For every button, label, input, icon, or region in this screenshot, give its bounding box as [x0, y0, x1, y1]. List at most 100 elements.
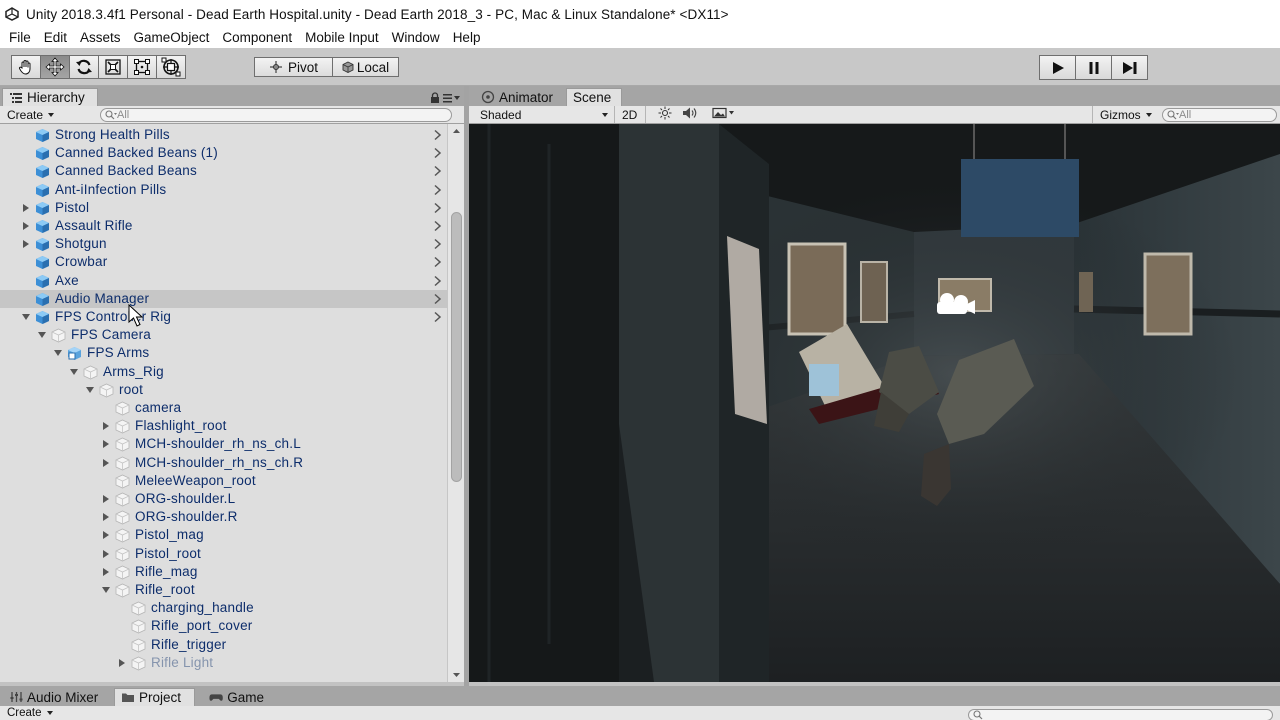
expand-arrow-right-icon[interactable] — [101, 549, 111, 559]
expand-arrow-right-icon[interactable] — [101, 439, 111, 449]
open-prefab-chevron-icon[interactable] — [433, 311, 442, 326]
hierarchy-search-input[interactable]: All — [100, 107, 453, 122]
hierarchy-row[interactable]: Canned Backed Beans — [0, 162, 447, 180]
open-prefab-chevron-icon[interactable] — [433, 184, 442, 199]
hierarchy-row[interactable]: Strong Health Pills — [0, 126, 447, 144]
hierarchy-row[interactable]: Shotgun — [0, 235, 447, 253]
expand-arrow-right-icon[interactable] — [101, 530, 111, 540]
tab-game[interactable]: Game — [203, 688, 271, 706]
expand-arrow-down-icon[interactable] — [37, 330, 47, 340]
effects-toggle-icon[interactable] — [712, 107, 735, 122]
open-prefab-chevron-icon[interactable] — [433, 238, 442, 253]
hierarchy-tree[interactable]: Strong Health Pills Canned Backed Beans (… — [0, 124, 447, 682]
expand-arrow-down-icon[interactable] — [53, 348, 63, 358]
scene-viewport[interactable] — [469, 124, 1280, 682]
hierarchy-row[interactable]: Crowbar — [0, 253, 447, 271]
hierarchy-row[interactable]: MeleeWeapon_root — [0, 472, 447, 490]
hierarchy-scrollbar[interactable] — [447, 124, 464, 682]
menu-gameobject[interactable]: GameObject — [127, 28, 216, 48]
open-prefab-chevron-icon[interactable] — [433, 202, 442, 217]
move-tool-button[interactable] — [40, 55, 70, 79]
menu-edit[interactable]: Edit — [37, 28, 73, 48]
menu-assets[interactable]: Assets — [73, 28, 127, 48]
hierarchy-row[interactable]: FPS Camera — [0, 326, 447, 344]
pause-button[interactable] — [1075, 55, 1112, 80]
hierarchy-row[interactable]: Canned Backed Beans (1) — [0, 144, 447, 162]
shading-mode-dropdown[interactable]: Shaded — [473, 106, 615, 123]
project-search-input[interactable] — [968, 709, 1273, 720]
expand-arrow-right-icon[interactable] — [117, 658, 127, 668]
expand-arrow-down-icon[interactable] — [21, 312, 31, 322]
expand-arrow-right-icon[interactable] — [101, 567, 111, 577]
tab-project[interactable]: Project — [114, 688, 195, 706]
open-prefab-chevron-icon[interactable] — [433, 275, 442, 290]
expand-arrow-right-icon[interactable] — [21, 203, 31, 213]
play-button[interactable] — [1039, 55, 1076, 80]
hierarchy-row[interactable]: Pistol — [0, 199, 447, 217]
expand-arrow-right-icon[interactable] — [101, 494, 111, 504]
hierarchy-row[interactable]: root — [0, 381, 447, 399]
hierarchy-row[interactable]: FPS Arms — [0, 344, 447, 362]
expand-arrow-right-icon[interactable] — [21, 239, 31, 249]
open-prefab-chevron-icon[interactable] — [433, 147, 442, 162]
lighting-toggle-icon[interactable] — [658, 106, 672, 123]
scale-tool-button[interactable] — [98, 55, 128, 79]
hierarchy-row[interactable]: Rifle_mag — [0, 563, 447, 581]
open-prefab-chevron-icon[interactable] — [433, 165, 442, 180]
scroll-up-arrow-icon[interactable] — [448, 126, 465, 136]
tab-animator[interactable]: Animator — [475, 88, 563, 106]
hierarchy-row[interactable]: Arms_Rig — [0, 363, 447, 381]
hierarchy-row[interactable]: charging_handle — [0, 599, 447, 617]
menu-mobile-input[interactable]: Mobile Input — [298, 28, 385, 48]
open-prefab-chevron-icon[interactable] — [433, 129, 442, 144]
hierarchy-row[interactable]: ORG-shoulder.R — [0, 508, 447, 526]
hierarchy-row[interactable]: Axe — [0, 272, 447, 290]
gizmos-dropdown[interactable]: Gizmos — [1092, 106, 1158, 123]
hierarchy-row[interactable]: Ant-iInfection Pills — [0, 181, 447, 199]
expand-arrow-right-icon[interactable] — [101, 458, 111, 468]
hierarchy-row[interactable]: camera — [0, 399, 447, 417]
tab-audio-mixer[interactable]: Audio Mixer — [4, 688, 108, 706]
hierarchy-row[interactable]: Flashlight_root — [0, 417, 447, 435]
expand-arrow-right-icon[interactable] — [21, 221, 31, 231]
menu-help[interactable]: Help — [446, 28, 487, 48]
create-dropdown[interactable]: Create — [0, 106, 60, 123]
hierarchy-row[interactable]: Assault Rifle — [0, 217, 447, 235]
hierarchy-row[interactable]: Rifle_port_cover — [0, 617, 447, 635]
expand-arrow-right-icon[interactable] — [101, 421, 111, 431]
hierarchy-row[interactable]: Rifle_trigger — [0, 636, 447, 654]
hierarchy-row[interactable]: ORG-shoulder.L — [0, 490, 447, 508]
hierarchy-row[interactable]: MCH-shoulder_rh_ns_ch.R — [0, 454, 447, 472]
hand-tool-button[interactable] — [11, 55, 41, 79]
tab-scene[interactable]: Scene — [566, 88, 622, 106]
step-button[interactable] — [1111, 55, 1148, 80]
menu-window[interactable]: Window — [385, 28, 446, 48]
scrollbar-thumb[interactable] — [451, 212, 462, 482]
scene-search-input[interactable]: All — [1162, 107, 1277, 122]
rotate-tool-button[interactable] — [69, 55, 99, 79]
hierarchy-row[interactable]: Audio Manager — [0, 289, 447, 308]
lock-icon[interactable] — [430, 91, 440, 106]
hierarchy-row[interactable]: Pistol_root — [0, 545, 447, 563]
menu-component[interactable]: Component — [215, 28, 298, 48]
rect-tool-button[interactable] — [127, 55, 157, 79]
hierarchy-row[interactable]: FPS Controller Rig — [0, 308, 447, 326]
transform-tool-button[interactable] — [156, 55, 186, 79]
tab-hierarchy[interactable]: Hierarchy — [2, 88, 98, 106]
hierarchy-row[interactable]: MCH-shoulder_rh_ns_ch.L — [0, 435, 447, 453]
pivot-toggle[interactable]: Pivot — [254, 57, 333, 77]
audio-toggle-icon[interactable] — [682, 106, 698, 123]
expand-arrow-down-icon[interactable] — [69, 367, 79, 377]
open-prefab-chevron-icon[interactable] — [433, 256, 442, 271]
open-prefab-chevron-icon[interactable] — [433, 293, 442, 308]
expand-arrow-right-icon[interactable] — [101, 512, 111, 522]
hierarchy-row[interactable]: Pistol_mag — [0, 526, 447, 544]
hierarchy-row[interactable]: Rifle_root — [0, 581, 447, 599]
panel-menu-icon[interactable] — [443, 91, 461, 106]
2d-toggle[interactable]: 2D — [615, 106, 647, 123]
open-prefab-chevron-icon[interactable] — [433, 220, 442, 235]
scroll-down-arrow-icon[interactable] — [448, 670, 465, 680]
menu-file[interactable]: File — [2, 28, 37, 48]
expand-arrow-down-icon[interactable] — [85, 385, 95, 395]
local-toggle[interactable]: Local — [332, 57, 399, 77]
